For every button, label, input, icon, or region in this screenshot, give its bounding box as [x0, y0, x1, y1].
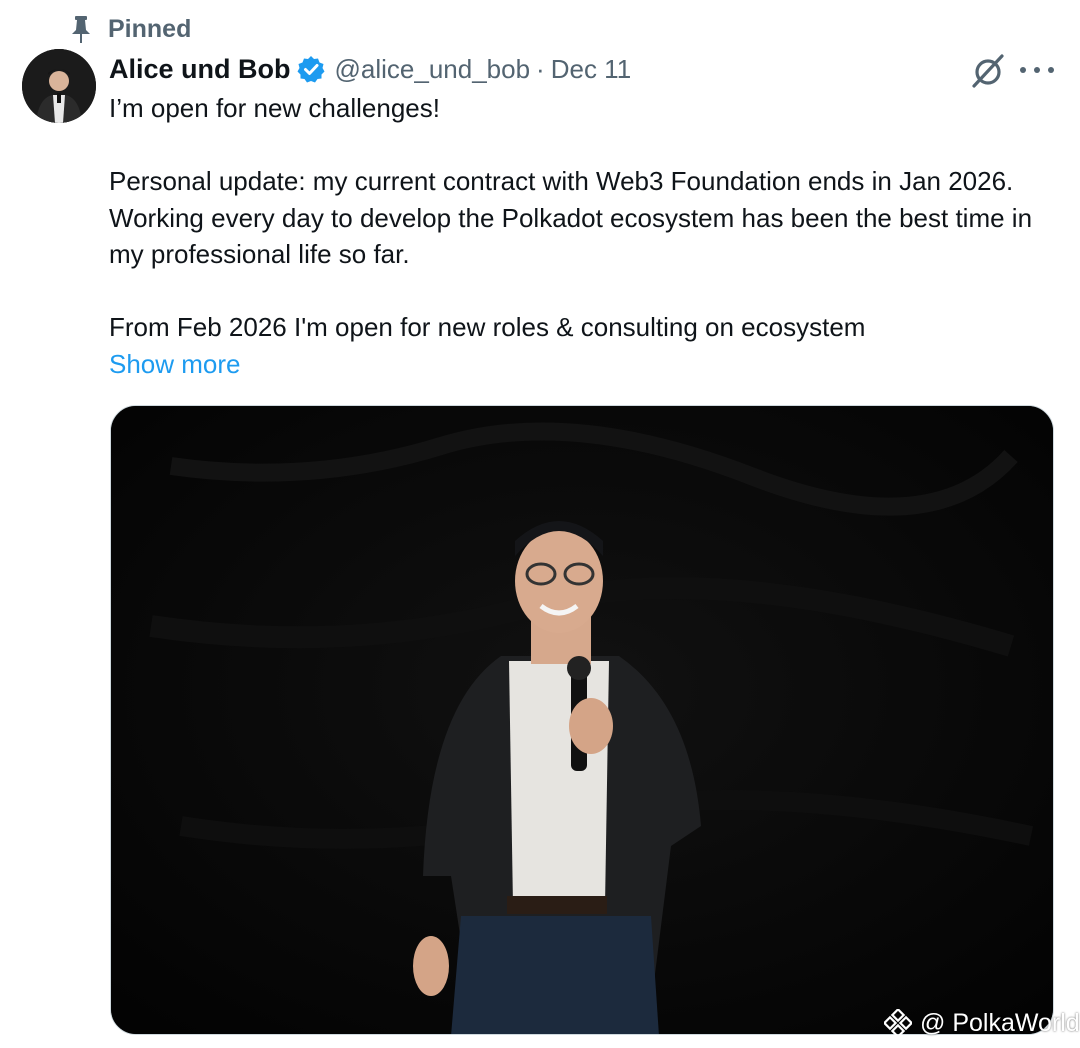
more-options-icon[interactable]	[1020, 60, 1054, 80]
grok-icon[interactable]	[968, 52, 1008, 90]
display-name[interactable]: Alice und Bob	[109, 54, 291, 85]
watermark: @ PolkaWorld	[884, 1006, 1080, 1040]
verified-badge-icon	[297, 55, 325, 83]
tweet-header: Alice und Bob @alice_und_bob · Dec 11	[109, 50, 631, 88]
binance-logo-icon	[884, 1009, 912, 1037]
pinned-indicator: Pinned	[68, 12, 191, 46]
tweet-date[interactable]: Dec 11	[551, 54, 631, 85]
user-handle[interactable]: @alice_und_bob	[335, 54, 531, 85]
tweet-line: I’m open for new challenges!	[109, 93, 440, 123]
dot-separator: ·	[536, 53, 545, 84]
tweet-line: From Feb 2026 I'm open for new roles & c…	[109, 312, 866, 342]
tweet-text: I’m open for new challenges! Personal up…	[109, 90, 1059, 382]
show-more-link[interactable]: Show more	[109, 349, 241, 379]
tweet-line: Personal update: my current contract wit…	[109, 166, 1033, 269]
pinned-label: Pinned	[108, 14, 192, 43]
pin-icon	[68, 14, 94, 44]
tweet-card[interactable]: Pinned Alice und Bob @alice_und_bob · De…	[0, 0, 1080, 1048]
avatar[interactable]	[22, 49, 96, 123]
watermark-text: @ PolkaWorld	[920, 1008, 1080, 1037]
tweet-media-photo[interactable]	[110, 405, 1054, 1035]
